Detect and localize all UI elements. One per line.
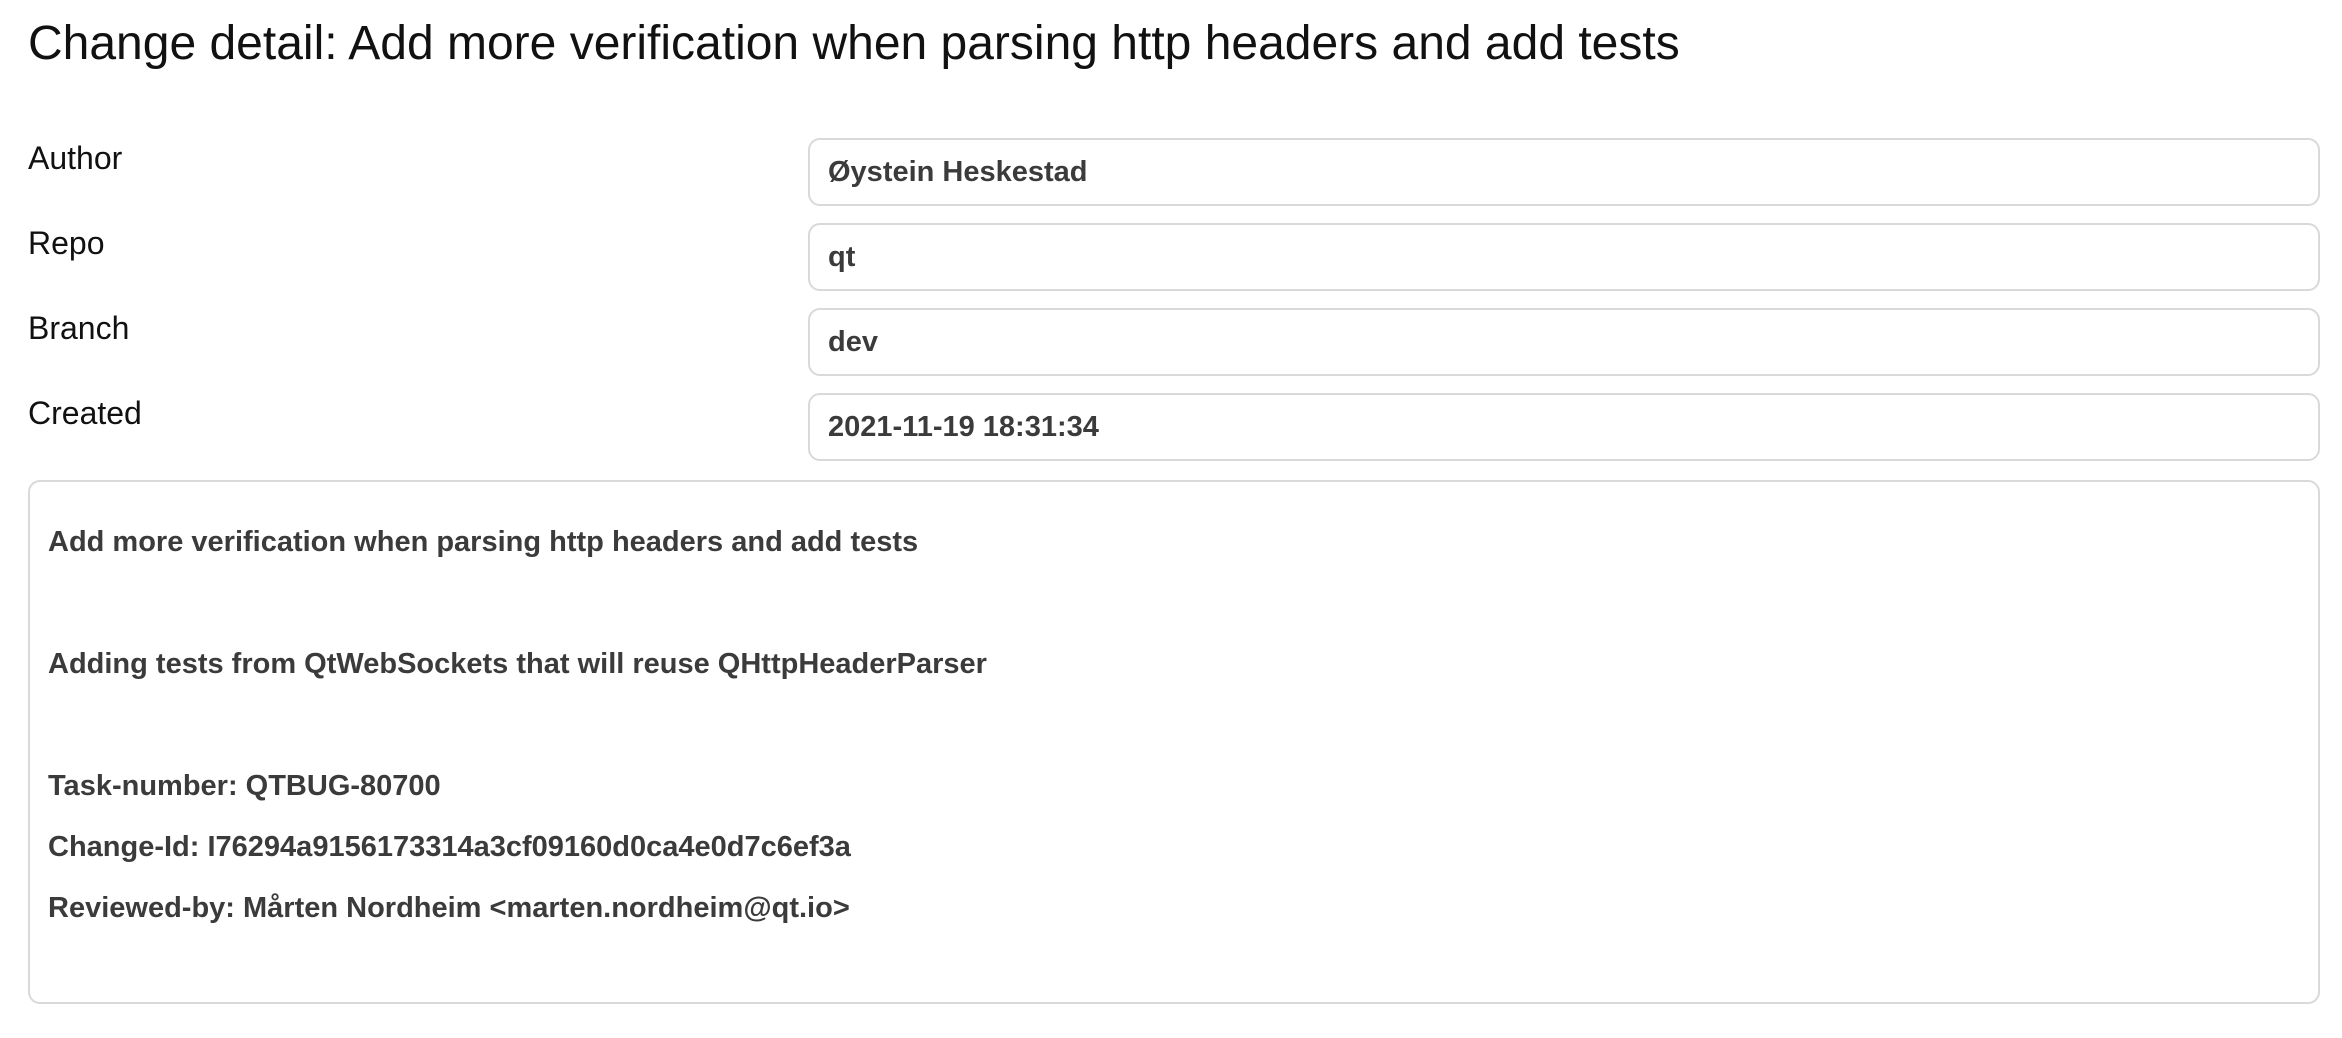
message-subject: Add more verification when parsing http …	[48, 526, 919, 558]
message-body: Adding tests from QtWebSockets that will…	[48, 648, 987, 680]
author-field[interactable]: Øystein Heskestad	[808, 138, 2320, 206]
created-field[interactable]: 2021-11-19 18:31:34	[808, 393, 2320, 461]
message-task-number: Task-number: QTBUG-80700	[48, 770, 441, 802]
branch-label: Branch	[28, 310, 130, 346]
repo-label: Repo	[28, 225, 105, 261]
page-title: Change detail: Add more verification whe…	[28, 17, 1680, 70]
branch-field[interactable]: dev	[808, 308, 2320, 376]
commit-message-box[interactable]: Add more verification when parsing http …	[28, 480, 2320, 1004]
author-label: Author	[28, 140, 123, 176]
message-reviewed-by: Reviewed-by: Mårten Nordheim <marten.nor…	[48, 892, 850, 924]
repo-field[interactable]: qt	[808, 223, 2320, 291]
message-change-id: Change-Id: I76294a9156173314a3cf09160d0c…	[48, 831, 851, 863]
created-label: Created	[28, 395, 142, 431]
